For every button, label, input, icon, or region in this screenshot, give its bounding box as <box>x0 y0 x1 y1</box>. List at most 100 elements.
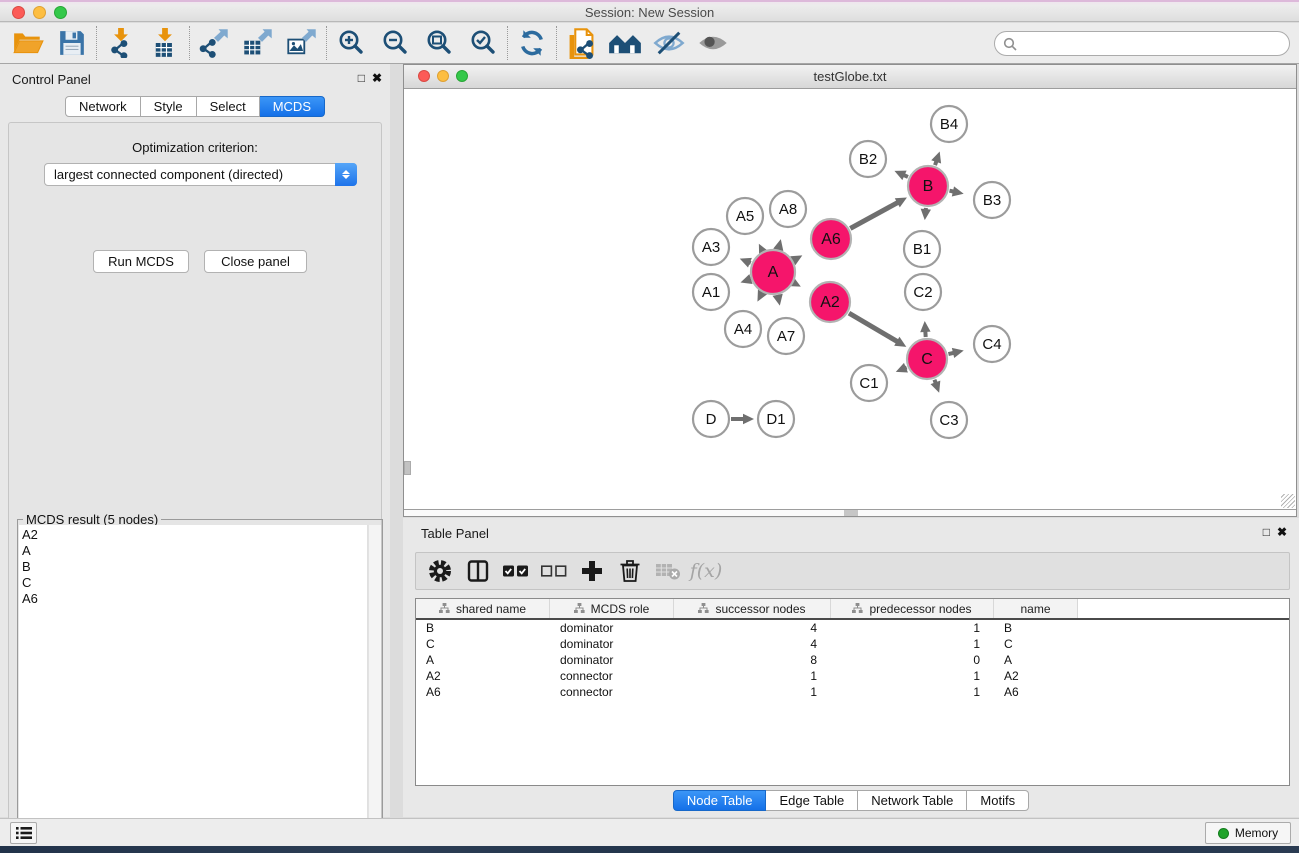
zoom-fit-button[interactable] <box>417 24 461 62</box>
cell-successor_nodes: 1 <box>674 668 831 684</box>
import-table-button[interactable] <box>143 24 187 62</box>
export-network-button[interactable] <box>192 24 236 62</box>
graph-node-label: B1 <box>913 241 931 258</box>
cell-name: A2 <box>994 668 1078 684</box>
window-resize-grip[interactable] <box>1281 494 1295 508</box>
home-panels-button[interactable] <box>603 24 647 62</box>
chevron-updown-icon <box>335 163 357 186</box>
tab-network-table[interactable]: Network Table <box>858 790 967 811</box>
export-image-icon <box>286 28 318 58</box>
graph-node-label: A4 <box>734 321 752 338</box>
table-row[interactable]: A6connector11A6 <box>416 684 1289 700</box>
table-row[interactable]: Cdominator41C <box>416 636 1289 652</box>
column-header-shared-name[interactable]: shared name <box>416 599 550 618</box>
close-panel-icon[interactable]: ✖ <box>372 71 382 85</box>
deselect-all-icon <box>540 563 568 579</box>
network-horizontal-scrollbar-thumb[interactable] <box>844 510 858 516</box>
zoom-out-button[interactable] <box>373 24 417 62</box>
memory-status-icon <box>1218 828 1229 839</box>
toolbar-separator <box>96 26 97 60</box>
tab-network[interactable]: Network <box>65 96 141 117</box>
import-table-icon <box>150 28 180 58</box>
hide-panel-button[interactable] <box>647 24 691 62</box>
application-window: Session: New Session Control Panel □ ✖ N… <box>0 0 1299 853</box>
node-table[interactable]: shared nameMCDS rolesuccessor nodesprede… <box>415 598 1290 786</box>
network-vertical-scrollbar-thumb[interactable] <box>404 461 411 475</box>
criterion-select[interactable]: largest connected component (directed) <box>44 163 357 186</box>
float-panel-icon[interactable]: □ <box>358 71 365 85</box>
table-row[interactable]: A2connector11A2 <box>416 668 1289 684</box>
network-horizontal-scrollbar[interactable] <box>404 509 1296 516</box>
graph-node-label: A3 <box>702 239 720 256</box>
mcds-result-item[interactable]: A2 <box>22 527 367 543</box>
edge-A2-C[interactable] <box>849 313 899 342</box>
cell-name: C <box>994 636 1078 652</box>
run-mcds-button[interactable]: Run MCDS <box>93 250 189 273</box>
zoom-selected-button[interactable] <box>461 24 505 62</box>
select-all-button[interactable] <box>500 555 532 587</box>
delete-button[interactable] <box>614 555 646 587</box>
delete-table-button <box>652 555 684 587</box>
tab-node-table[interactable]: Node Table <box>673 790 767 811</box>
search-box[interactable] <box>994 31 1290 56</box>
tab-mcds[interactable]: MCDS <box>260 96 325 117</box>
close-panel-button[interactable]: Close panel <box>204 250 307 273</box>
tab-edge-table[interactable]: Edge Table <box>766 790 858 811</box>
column-header-predecessor-nodes[interactable]: predecessor nodes <box>831 599 994 618</box>
edge-A6-B[interactable] <box>850 202 899 229</box>
import-network-button[interactable] <box>99 24 143 62</box>
tab-select[interactable]: Select <box>197 96 260 117</box>
open-file-button[interactable] <box>6 24 50 62</box>
result-list-scrollbar[interactable] <box>368 525 381 849</box>
column-header-successor-nodes[interactable]: successor nodes <box>674 599 831 618</box>
copy-network-icon <box>566 27 596 59</box>
graph-node-label: A5 <box>736 208 754 225</box>
column-header-name[interactable]: name <box>994 599 1078 618</box>
memory-label: Memory <box>1235 826 1278 840</box>
window-title: Session: New Session <box>0 5 1299 20</box>
search-icon <box>1003 37 1017 51</box>
function-builder-button: f(x) <box>690 555 722 587</box>
table-row[interactable]: Adominator80A <box>416 652 1289 668</box>
memory-button[interactable]: Memory <box>1205 822 1291 844</box>
export-table-button[interactable] <box>236 24 280 62</box>
graph-node-label: A2 <box>820 294 840 311</box>
graph-node-label: B3 <box>983 192 1001 209</box>
table-row[interactable]: Bdominator41B <box>416 620 1289 636</box>
deselect-all-button[interactable] <box>538 555 570 587</box>
search-input[interactable] <box>1022 36 1281 51</box>
save-session-button[interactable] <box>50 24 94 62</box>
task-history-button[interactable] <box>10 822 37 844</box>
cell-mcds_role: dominator <box>550 636 674 652</box>
network-canvas[interactable]: B4B2BB3A5A8A6B1A3AC2A1A2A4A7C4CC1C3DD1 <box>404 90 1296 511</box>
show-panel-button[interactable] <box>691 24 735 62</box>
graph-node-label: A1 <box>702 284 720 301</box>
zoom-in-button[interactable] <box>329 24 373 62</box>
mcds-result-item[interactable]: A6 <box>22 591 367 607</box>
table-toolbar: f(x) <box>415 552 1290 590</box>
columns-button[interactable] <box>462 555 494 587</box>
criterion-selected-value: largest connected component (directed) <box>54 167 283 182</box>
refresh-button[interactable] <box>510 24 554 62</box>
export-image-button[interactable] <box>280 24 324 62</box>
close-table-panel-icon[interactable]: ✖ <box>1277 525 1287 539</box>
mcds-result-item[interactable]: A <box>22 543 367 559</box>
cell-shared_name: C <box>416 636 550 652</box>
mcds-result-item[interactable]: C <box>22 575 367 591</box>
mcds-result-item[interactable]: B <box>22 559 367 575</box>
desktop-background-strip <box>0 846 1299 853</box>
add-icon <box>581 560 603 582</box>
mcds-result-list[interactable]: A2ABCA6 <box>19 525 368 849</box>
cell-mcds_role: dominator <box>550 652 674 668</box>
copy-network-button[interactable] <box>559 24 603 62</box>
tab-motifs[interactable]: Motifs <box>967 790 1029 811</box>
graph-node-label: C2 <box>913 284 932 301</box>
float-table-panel-icon[interactable]: □ <box>1263 525 1270 539</box>
tab-style[interactable]: Style <box>141 96 197 117</box>
mcds-result-groupbox: MCDS result (5 nodes) A2ABCA6 <box>17 519 383 851</box>
add-button[interactable] <box>576 555 608 587</box>
column-header-MCDS-role[interactable]: MCDS role <box>550 599 674 618</box>
gear-button[interactable] <box>424 555 456 587</box>
home-panels-icon <box>608 29 642 57</box>
refresh-icon <box>517 28 547 58</box>
